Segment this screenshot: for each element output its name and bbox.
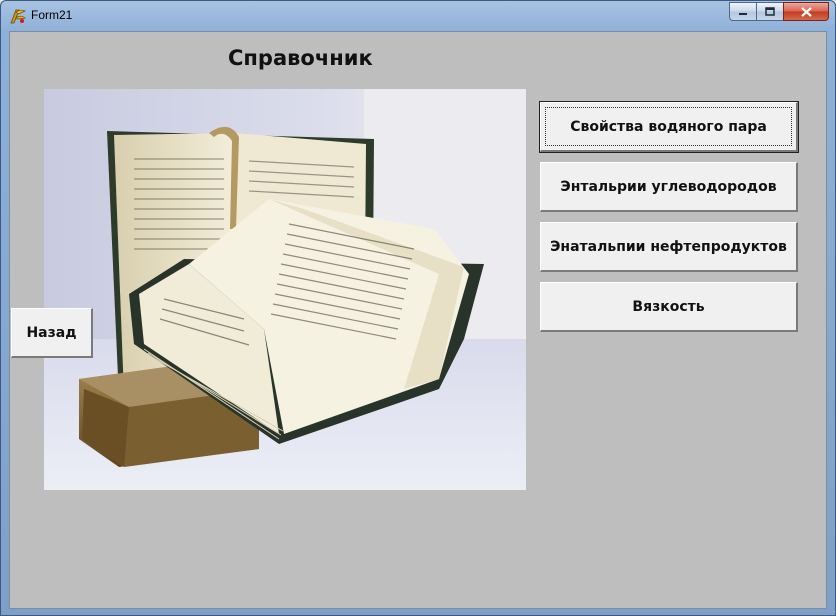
hydrocarbon-enthalpy-button[interactable]: Энтальрии углеводородов [540, 162, 798, 212]
back-button-label: Назад [26, 324, 77, 341]
delphi-app-icon [10, 9, 26, 24]
books-picture [44, 89, 526, 490]
maximize-button[interactable] [756, 2, 783, 21]
water-steam-properties-button[interactable]: Свойства водяного пара [539, 101, 799, 153]
maximize-icon [765, 7, 775, 16]
minimize-icon [739, 12, 747, 15]
button-label: Вязкость [632, 298, 705, 315]
viscosity-button[interactable]: Вязкость [540, 282, 798, 332]
button-label: Энтальрии углеводородов [560, 178, 777, 195]
open-books-image [44, 89, 526, 490]
window-title: Form21 [31, 8, 73, 22]
petroleum-enthalpy-button[interactable]: Энатальпии нефтепродуктов [540, 222, 798, 272]
back-button[interactable]: Назад [11, 308, 93, 358]
close-button[interactable] [783, 2, 829, 21]
page-title: Справочник [228, 46, 373, 70]
close-icon [800, 6, 812, 17]
title-bar[interactable]: Form21 [1, 1, 835, 31]
minimize-button[interactable] [729, 2, 756, 21]
form-window: Form21 Справочник Свойства водяного пара… [0, 0, 836, 616]
client-area: Справочник Свойства водяного пара Энталь… [9, 31, 827, 609]
button-label: Энатальпии нефтепродуктов [550, 238, 787, 255]
caption-buttons [729, 2, 829, 21]
focus-ring [545, 107, 792, 146]
